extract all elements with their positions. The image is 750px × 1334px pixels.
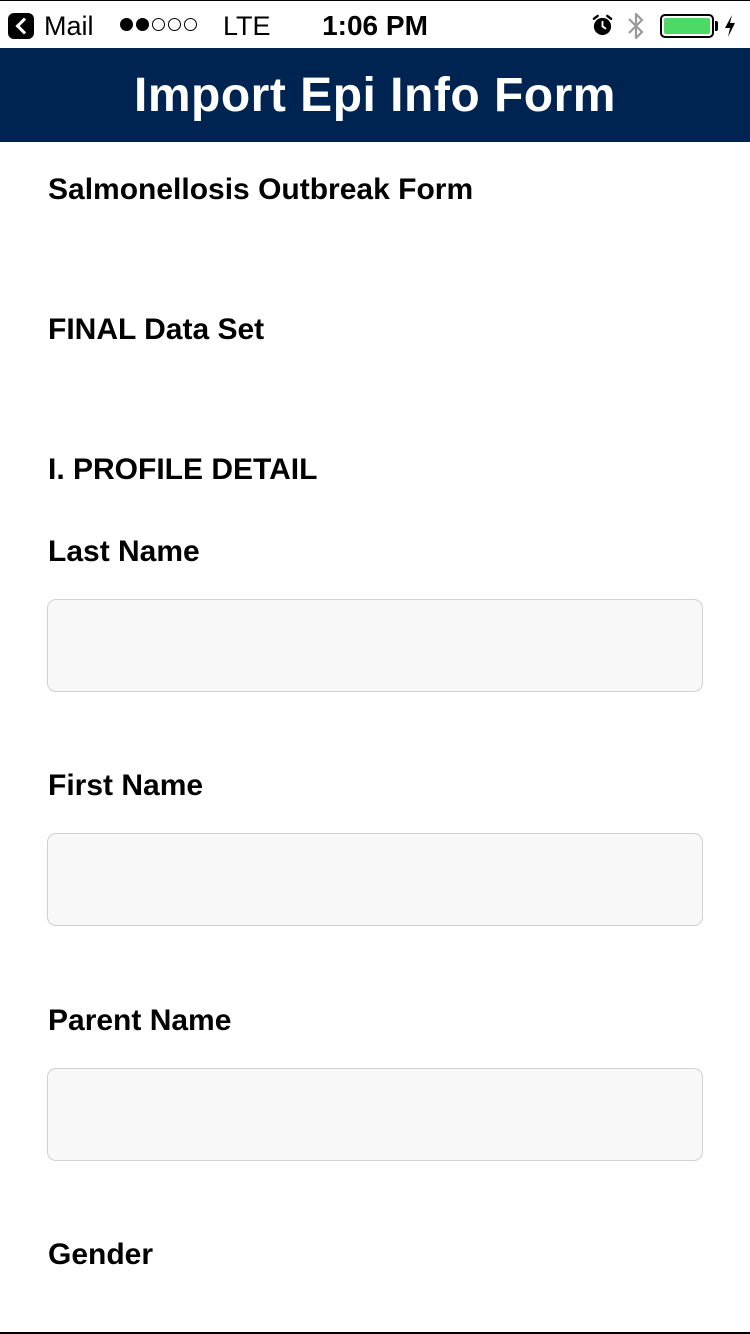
battery-level-fill: [664, 18, 710, 34]
status-bar: Mail LTE 1:06 PM: [0, 0, 750, 48]
alarm-icon: [592, 14, 613, 36]
page-title: Import Epi Info Form: [134, 68, 616, 122]
last-name-label: Last Name: [48, 535, 200, 568]
first-name-field[interactable]: [47, 833, 703, 926]
bluetooth-icon: [628, 12, 644, 40]
section-heading: I. PROFILE DETAIL: [48, 453, 318, 486]
form-subtitle: FINAL Data Set: [48, 313, 265, 346]
form-title: Salmonellosis Outbreak Form: [48, 173, 474, 206]
form-content[interactable]: Salmonellosis Outbreak Form FINAL Data S…: [0, 142, 750, 1332]
charging-icon: [725, 15, 735, 37]
parent-name-field[interactable]: [47, 1068, 703, 1161]
app-screen: Mail LTE 1:06 PM Import Epi Info Form Sa…: [0, 0, 750, 1334]
first-name-label: First Name: [48, 769, 204, 802]
nav-header: Import Epi Info Form: [0, 48, 750, 142]
battery-icon: [660, 14, 714, 38]
battery-tip: [715, 21, 718, 31]
gender-label: Gender: [48, 1238, 154, 1271]
parent-name-label: Parent Name: [48, 1004, 232, 1037]
last-name-field[interactable]: [47, 599, 703, 692]
